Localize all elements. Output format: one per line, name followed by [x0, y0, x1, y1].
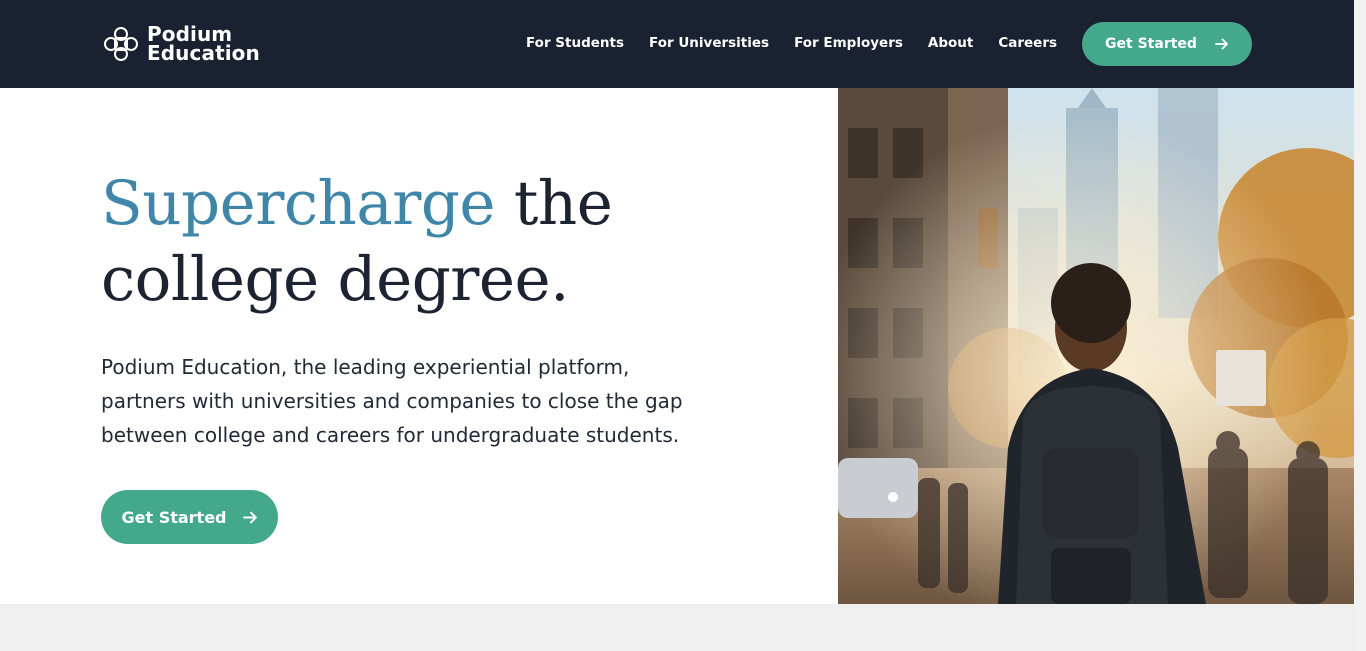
nav-for-students[interactable]: For Students	[526, 35, 624, 51]
nav-for-employers[interactable]: For Employers	[794, 35, 903, 51]
hero-title-line1-rest: the	[495, 168, 613, 239]
next-section	[0, 604, 1354, 651]
arrow-right-icon	[1215, 38, 1228, 50]
hero-title: Supercharge the college degree.	[101, 166, 741, 318]
brand-name: Podium Education	[147, 24, 260, 65]
site-header: Podium Education For Students For Univer…	[0, 0, 1354, 88]
brand-name-line2: Education	[147, 41, 260, 65]
hero-get-started-button[interactable]: Get Started	[101, 490, 278, 544]
nav-careers[interactable]: Careers	[998, 35, 1057, 51]
main-nav: For Students For Universities For Employ…	[526, 35, 1057, 51]
page-scrollbar[interactable]	[1354, 0, 1366, 651]
hero-title-accent: Supercharge	[101, 168, 496, 239]
header-get-started-button[interactable]: Get Started	[1082, 22, 1252, 66]
city-street-photo	[838, 88, 1354, 604]
arrow-right-icon	[242, 511, 257, 523]
hero-title-line2: college degree.	[101, 244, 570, 315]
hero-get-started-label: Get Started	[121, 507, 227, 527]
podium-knot-icon	[104, 27, 138, 61]
nav-for-universities[interactable]: For Universities	[649, 35, 769, 51]
nav-about[interactable]: About	[928, 35, 973, 51]
header-get-started-label: Get Started	[1105, 36, 1197, 52]
hero-description: Podium Education, the leading experienti…	[101, 355, 683, 447]
hero-section: Supercharge the college degree. Podium E…	[0, 88, 838, 604]
hero-photo	[838, 88, 1354, 604]
brand-logo[interactable]: Podium Education	[101, 24, 260, 64]
